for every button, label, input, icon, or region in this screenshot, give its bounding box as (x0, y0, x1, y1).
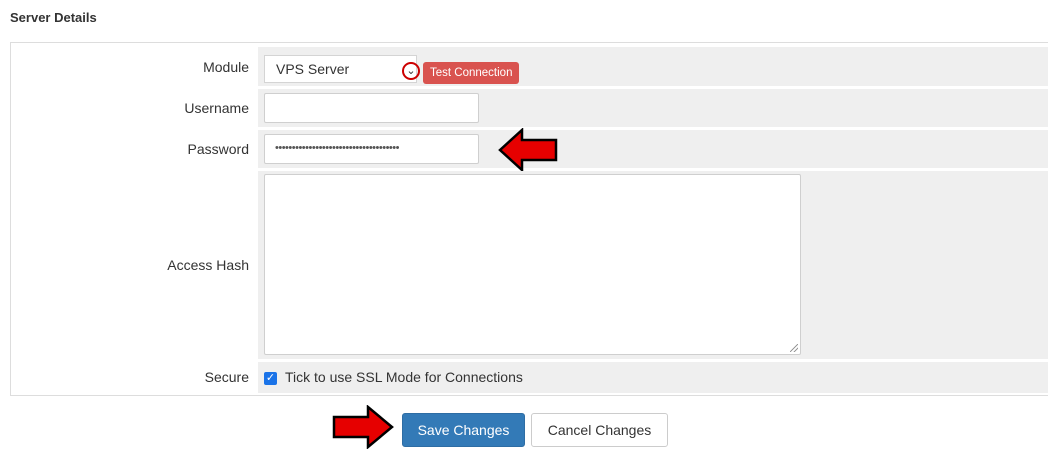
password-field-cell: ••••••••••••••••••••••••••••••••••••• (258, 128, 1048, 172)
arrow-right-icon (332, 405, 394, 449)
password-row: Password •••••••••••••••••••••••••••••••… (11, 128, 1048, 172)
password-label: Password (187, 141, 249, 157)
secure-row: Secure ✓ Tick to use SSL Mode for Connec… (11, 362, 1048, 393)
section-title: Server Details (10, 10, 97, 25)
secure-field-cell: ✓ Tick to use SSL Mode for Connections (258, 362, 1048, 393)
access-hash-textarea[interactable] (264, 174, 801, 355)
password-input[interactable]: ••••••••••••••••••••••••••••••••••••• (264, 134, 479, 164)
username-field-cell (258, 89, 1048, 127)
access-hash-row: Access Hash (11, 171, 1048, 359)
ssl-checkbox[interactable]: ✓ (264, 372, 277, 385)
module-label: Module (203, 59, 249, 75)
ssl-checkbox-label[interactable]: Tick to use SSL Mode for Connections (285, 369, 523, 385)
checkmark-icon: ✓ (265, 372, 276, 384)
module-select[interactable]: VPS Server ⌄ (264, 55, 420, 83)
resize-grip-icon[interactable] (790, 344, 798, 352)
module-select-value: VPS Server (276, 61, 350, 77)
module-field-cell: VPS Server ⌄ Test Connection (258, 47, 1048, 86)
chevron-down-icon[interactable]: ⌄ (402, 62, 420, 80)
save-changes-button[interactable]: Save Changes (402, 413, 525, 447)
test-connection-button[interactable]: Test Connection (423, 62, 520, 84)
secure-label: Secure (204, 369, 249, 385)
access-hash-label: Access Hash (167, 257, 249, 273)
server-details-panel: Module VPS Server ⌄ Test Connection User… (10, 42, 1048, 396)
arrow-left-icon (498, 128, 558, 172)
username-input[interactable] (264, 93, 479, 123)
username-row: Username (11, 89, 1048, 127)
username-label: Username (184, 100, 249, 116)
module-row: Module VPS Server ⌄ Test Connection (11, 47, 1048, 86)
cancel-changes-button[interactable]: Cancel Changes (531, 413, 668, 447)
access-hash-field-cell (258, 171, 1048, 359)
